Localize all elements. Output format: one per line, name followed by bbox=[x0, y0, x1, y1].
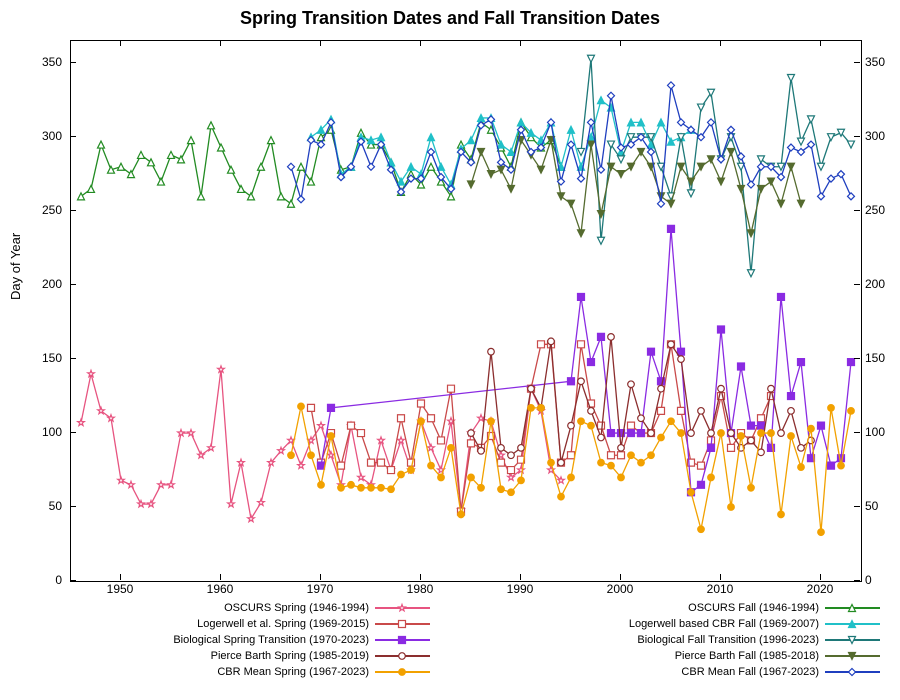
y-tick-label-right: 250 bbox=[865, 203, 900, 217]
y-tick-label: 250 bbox=[22, 203, 62, 217]
legend-item: Biological Fall Transition (1996-2023) bbox=[460, 632, 880, 648]
x-tick-label: 2000 bbox=[600, 582, 640, 596]
legend-swatch bbox=[375, 649, 430, 663]
series-line bbox=[471, 337, 811, 463]
legend-swatch bbox=[825, 649, 880, 663]
y-tick-label: 100 bbox=[22, 425, 62, 439]
y-tick-label-right: 150 bbox=[865, 351, 900, 365]
series-line bbox=[321, 229, 851, 492]
chart-container: Spring Transition Dates and Fall Transit… bbox=[0, 0, 900, 700]
legend-swatch bbox=[375, 633, 430, 647]
y-tick-label: 200 bbox=[22, 277, 62, 291]
legend-item: CBR Mean Fall (1967-2023) bbox=[460, 664, 880, 680]
y-tick-label: 0 bbox=[22, 573, 62, 587]
legend-item: Pierce Barth Fall (1985-2018) bbox=[460, 648, 880, 664]
legend-item: Logerwell based CBR Fall (1969-2007) bbox=[460, 616, 880, 632]
legend-column-spring: OSCURS Spring (1946-1994) Logerwell et al… bbox=[10, 600, 430, 680]
legend-item: Pierce Barth Spring (1985-2019) bbox=[10, 648, 430, 664]
legend-item: CBR Mean Spring (1967-2023) bbox=[10, 664, 430, 680]
x-tick-label: 1990 bbox=[500, 582, 540, 596]
x-tick-label: 1960 bbox=[200, 582, 240, 596]
legend-swatch bbox=[375, 601, 430, 615]
y-tick-label: 350 bbox=[22, 55, 62, 69]
series-line bbox=[581, 59, 851, 274]
legend-label: Biological Spring Transition (1970-2023) bbox=[173, 634, 369, 646]
y-tick-label-right: 350 bbox=[865, 55, 900, 69]
x-tick-label: 1980 bbox=[400, 582, 440, 596]
x-tick-label: 2010 bbox=[700, 582, 740, 596]
y-axis-label: Day of Year bbox=[8, 233, 23, 300]
legend-label: OSCURS Fall (1946-1994) bbox=[688, 602, 819, 614]
legend-item: OSCURS Fall (1946-1994) bbox=[460, 600, 880, 616]
legend-label: CBR Mean Spring (1967-2023) bbox=[217, 666, 369, 678]
legend-item: OSCURS Spring (1946-1994) bbox=[10, 600, 430, 616]
legend-swatch bbox=[825, 665, 880, 679]
y-tick-label: 150 bbox=[22, 351, 62, 365]
y-tick-label-right: 200 bbox=[865, 277, 900, 291]
legend-label: Logerwell based CBR Fall (1969-2007) bbox=[629, 618, 819, 630]
legend-swatch bbox=[375, 665, 430, 679]
series-line bbox=[81, 369, 561, 518]
y-tick-label-right: 50 bbox=[865, 499, 900, 513]
chart-title: Spring Transition Dates and Fall Transit… bbox=[0, 8, 900, 29]
plot-area bbox=[70, 40, 862, 582]
y-tick-label-right: 300 bbox=[865, 129, 900, 143]
legend-column-fall: OSCURS Fall (1946-1994) Logerwell based C… bbox=[460, 600, 880, 680]
legend-swatch bbox=[375, 617, 430, 631]
chart-svg bbox=[71, 41, 861, 581]
legend-swatch bbox=[825, 601, 880, 615]
y-tick-label: 300 bbox=[22, 129, 62, 143]
legend-label: Logerwell et al. Spring (1969-2015) bbox=[197, 618, 369, 630]
y-tick-label: 50 bbox=[22, 499, 62, 513]
legend-label: Biological Fall Transition (1996-2023) bbox=[637, 634, 819, 646]
y-tick-label-right: 0 bbox=[865, 573, 900, 587]
legend-label: OSCURS Spring (1946-1994) bbox=[224, 602, 369, 614]
y-tick-label-right: 100 bbox=[865, 425, 900, 439]
x-tick-label: 1950 bbox=[100, 582, 140, 596]
legend-label: Pierce Barth Spring (1985-2019) bbox=[211, 650, 369, 662]
x-tick-label: 1970 bbox=[300, 582, 340, 596]
legend-swatch bbox=[825, 617, 880, 631]
legend-swatch bbox=[825, 633, 880, 647]
legend-item: Logerwell et al. Spring (1969-2015) bbox=[10, 616, 430, 632]
legend-label: CBR Mean Fall (1967-2023) bbox=[681, 666, 819, 678]
x-tick-label: 2020 bbox=[800, 582, 840, 596]
legend-item: Biological Spring Transition (1970-2023) bbox=[10, 632, 430, 648]
legend-label: Pierce Barth Fall (1985-2018) bbox=[675, 650, 819, 662]
